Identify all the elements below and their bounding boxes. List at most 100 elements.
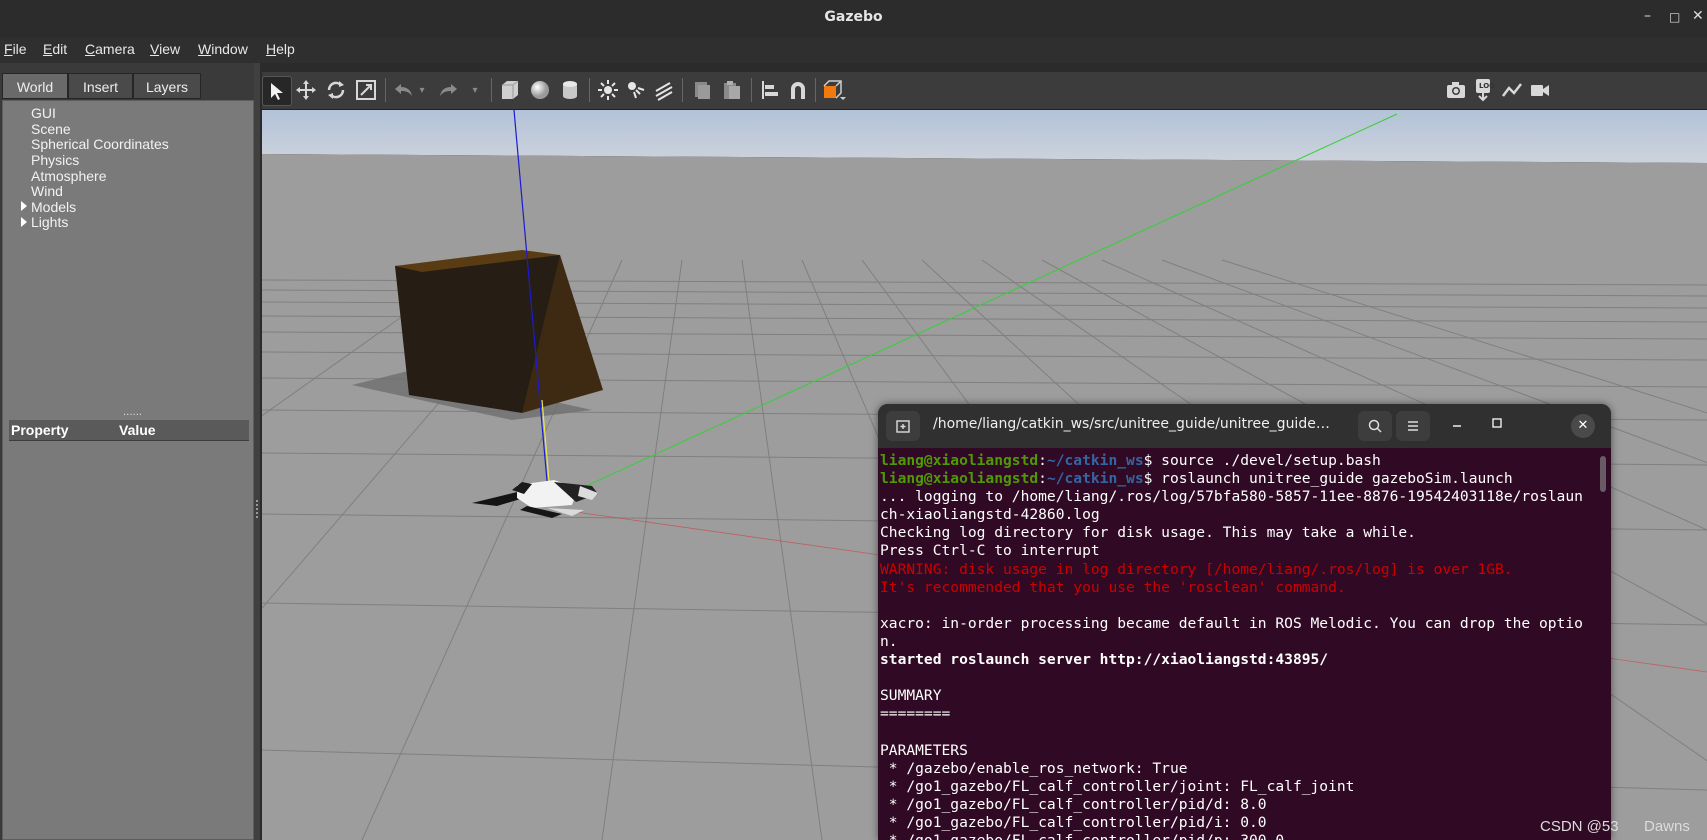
menu-window[interactable]: Window — [198, 41, 248, 57]
vertical-splitter[interactable] — [254, 63, 260, 840]
terminal-line: ch-xiaoliangstd-42860.log — [880, 506, 1100, 524]
tree-item-atmosphere[interactable]: Atmosphere — [31, 168, 106, 184]
terminal-minimize-icon[interactable] — [1451, 417, 1463, 433]
maximize-icon[interactable]: □ — [1669, 10, 1680, 24]
property-table-header: Property Value — [9, 420, 249, 441]
terminal-line: liang@xiaoliangstd:~/catkin_ws$ source .… — [880, 452, 1381, 469]
terminal-warning-line: It's recommended that you use the 'roscl… — [880, 578, 1346, 596]
log-icon[interactable]: LOG — [1469, 76, 1497, 104]
left-panel: World Insert Layers GUI Scene Spherical … — [0, 63, 258, 840]
translate-icon[interactable] — [292, 76, 320, 104]
expand-arrow-icon[interactable] — [21, 217, 27, 227]
cylinder-icon[interactable] — [556, 76, 584, 104]
tree-item-scene[interactable]: Scene — [31, 121, 71, 137]
terminal-line: Press Ctrl-C to interrupt — [880, 542, 1100, 560]
tree-item-wind[interactable]: Wind — [31, 183, 63, 199]
video-icon[interactable] — [1526, 76, 1554, 104]
rotate-icon[interactable] — [322, 76, 350, 104]
log-badge: LOG — [1479, 82, 1495, 90]
toolbar: ▾ ▾ LOG — [262, 72, 1707, 110]
terminal-output[interactable]: liang@xiaoliangstd:~/catkin_ws$ source .… — [880, 452, 1600, 840]
terminal-line: xacro: in-order processing became defaul… — [880, 614, 1583, 632]
tab-world[interactable]: World — [2, 73, 68, 99]
menu-view-mnemonic: V — [150, 41, 160, 57]
prompt-command: $ roslaunch unitree_guide gazeboSim.laun… — [1143, 470, 1513, 488]
tab-layers[interactable]: Layers — [133, 73, 201, 99]
terminal-line: * /go1_gazebo/FL_calf_controller/joint: … — [880, 777, 1355, 795]
redo-icon[interactable] — [434, 76, 462, 104]
snap-icon[interactable] — [784, 76, 812, 104]
terminal-close-icon[interactable]: ✕ — [1571, 414, 1595, 438]
expand-arrow-icon[interactable] — [21, 201, 27, 211]
terminal-title: /home/liang/catkin_ws/src/unitree_guide/… — [933, 416, 1333, 432]
menu-edit[interactable]: Edit — [43, 41, 67, 57]
value-column-header: Value — [119, 422, 156, 438]
screenshot-icon[interactable] — [1442, 76, 1470, 104]
align-icon[interactable] — [756, 76, 784, 104]
box-icon[interactable] — [496, 76, 524, 104]
menu-edit-label: dit — [52, 41, 68, 57]
property-column-header: Property — [11, 422, 69, 438]
terminal-line: Checking log directory for disk usage. T… — [880, 524, 1416, 542]
terminal-line: n. — [880, 632, 898, 650]
paste-icon[interactable] — [718, 76, 746, 104]
tree-item-lights[interactable]: Lights — [31, 214, 68, 230]
tree-item-gui[interactable]: GUI — [31, 105, 56, 121]
toolbar-separator — [682, 78, 683, 102]
terminal-line: ======== — [880, 705, 951, 723]
menu-file[interactable]: File — [4, 41, 27, 57]
menu-camera-mnemonic: C — [85, 41, 96, 57]
menu-help-label: elp — [276, 41, 295, 57]
tree-item-models[interactable]: Models — [31, 199, 76, 215]
spot-light-icon[interactable] — [622, 76, 650, 104]
terminal-warning-line: WARNING: disk usage in log directory [/h… — [880, 560, 1513, 578]
undo-icon[interactable] — [390, 76, 418, 104]
tree-item-spherical-coordinates[interactable]: Spherical Coordinates — [31, 136, 169, 152]
menu-help[interactable]: Help — [266, 41, 295, 57]
menubar: File Edit Camera View Window Help — [0, 37, 1707, 63]
menu-file-mnemonic: F — [4, 41, 13, 57]
sphere-icon[interactable] — [526, 76, 554, 104]
window-titlebar: Gazebo – □ ✕ — [0, 0, 1707, 37]
select-arrow-icon[interactable] — [262, 76, 292, 106]
terminal-line: * /go1_gazebo/FL_calf_controller/pid/d: … — [880, 795, 1267, 813]
close-icon[interactable]: ✕ — [1692, 8, 1704, 24]
menu-window-mnemonic: W — [198, 41, 212, 57]
menu-view[interactable]: View — [150, 41, 180, 57]
menu-camera[interactable]: Camera — [85, 41, 135, 57]
window-title: Gazebo — [824, 9, 883, 25]
tab-insert[interactable]: Insert — [68, 73, 133, 99]
terminal-maximize-icon[interactable] — [1491, 417, 1503, 433]
terminal-window[interactable]: /home/liang/catkin_ws/src/unitree_guide/… — [878, 404, 1611, 840]
minimize-icon[interactable]: – — [1644, 8, 1651, 24]
redo-dropdown-icon[interactable]: ▾ — [468, 76, 482, 104]
watermark: CSDN @53 Dawns — [1540, 818, 1690, 835]
menu-file-label: ile — [12, 41, 27, 57]
splitter-grip-icon[interactable] — [256, 500, 260, 518]
search-icon[interactable] — [1358, 411, 1392, 441]
scale-icon[interactable] — [352, 76, 380, 104]
menu-help-mnemonic: H — [266, 41, 277, 57]
copy-icon[interactable] — [688, 76, 716, 104]
undo-dropdown-icon[interactable]: ▾ — [415, 76, 429, 104]
toolbar-separator — [751, 78, 752, 102]
point-light-icon[interactable] — [594, 76, 622, 104]
view-angle-icon[interactable] — [820, 76, 848, 104]
directional-light-icon[interactable] — [650, 76, 678, 104]
watermark-author: Dawns — [1644, 818, 1690, 835]
prompt-command: $ source ./devel/setup.bash — [1143, 452, 1381, 469]
plot-icon[interactable] — [1498, 76, 1526, 104]
terminal-scrollbar[interactable] — [1600, 456, 1606, 492]
toolbar-separator — [385, 78, 386, 102]
toolbar-separator — [815, 78, 816, 102]
panel-splitter[interactable]: ...... — [123, 407, 142, 418]
menu-icon[interactable] — [1396, 411, 1430, 441]
new-tab-icon[interactable] — [886, 411, 920, 441]
terminal-line: * /go1_gazebo/FL_calf_controller/pid/i: … — [880, 813, 1267, 831]
terminal-line: started roslaunch server http://xiaolian… — [880, 651, 1329, 669]
terminal-line: liang@xiaoliangstd:~/catkin_ws$ roslaunc… — [880, 470, 1513, 488]
tree-item-physics[interactable]: Physics — [31, 152, 79, 168]
